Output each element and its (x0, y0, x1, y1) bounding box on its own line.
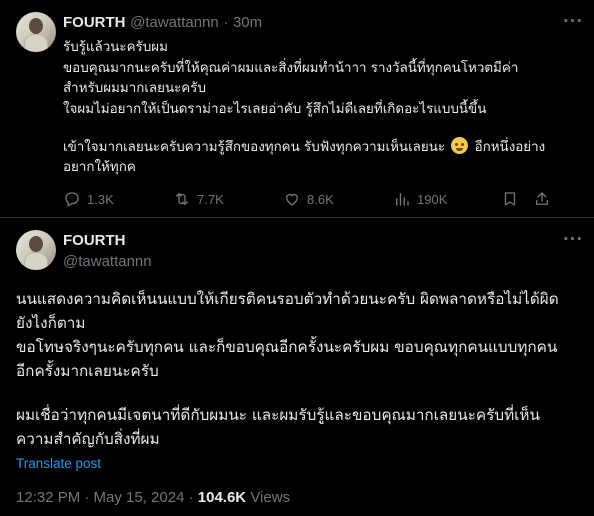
avatar[interactable] (16, 230, 56, 270)
repost-button[interactable]: 7.7K (173, 188, 224, 210)
post-timestamp[interactable]: 12:32 PM · May 15, 2024 · (16, 489, 194, 506)
avatar-body (24, 252, 48, 270)
avatar-head (29, 18, 43, 34)
post-text-line: ขอโทษจริงๆนะครับทุกคน และก็ขอบคุณอีกครั้… (16, 338, 558, 356)
author-name[interactable]: FOURTH (63, 232, 126, 249)
reply-count: 1.3K (87, 191, 114, 207)
post-text-segment: อีกหนึ่งอย่าง (474, 140, 546, 155)
analytics-icon (396, 193, 409, 206)
heart-icon (286, 193, 298, 206)
like-button[interactable]: 8.6K (283, 188, 334, 210)
share-button[interactable] (533, 188, 557, 210)
post-text-line: อีกครั้งมากเลยนะครับ (16, 362, 159, 380)
share-icon (536, 192, 548, 205)
post-text-line: รับรู้แล้วนะครับผม (63, 40, 168, 55)
post-text-line: ใจผมไม่อยากให้เป็นดราม่าอะไรเลยอ่าคับ รู… (63, 101, 487, 117)
more-options-icon[interactable]: ··· (562, 232, 584, 250)
post-text-line: ขอบคุณมากนะครับที่ให้คุณค่าผมและสิ่งที่ผ… (63, 60, 519, 76)
post-text-line: อยากให้ทุกค (63, 159, 136, 175)
author-handle[interactable]: @tawattannn (63, 253, 152, 270)
post-text-line: นนแสดงความคิดเห็นนแบบให้เกียรติคนรอบตัวท… (16, 290, 559, 308)
separator-dot: · (223, 14, 229, 31)
avatar-head (29, 236, 43, 252)
post-actions: 1.3K 7.7K 8.6K 190K (63, 188, 563, 210)
bookmark-icon (504, 192, 516, 206)
translate-post-link[interactable]: Translate post (16, 456, 101, 471)
repost-count: 7.7K (197, 191, 224, 207)
like-count: 8.6K (307, 191, 334, 207)
post-1[interactable]: FOURTH @tawattannn · 30m ··· รับรู้แล้วน… (0, 0, 594, 216)
author-handle[interactable]: @tawattannn (130, 14, 219, 31)
post-text-line-with-emoji: เข้าใจมากเลยนะครับความรู้สึกของทุกคน รับ… (63, 137, 583, 158)
post-2-text: นนแสดงความคิดเห็นนแบบให้เกียรติคนรอบตัวท… (16, 287, 584, 451)
views-button[interactable]: 190K (393, 188, 447, 210)
pleading-face-emoji-icon (451, 137, 469, 154)
repost-icon (176, 193, 188, 205)
post-text-line: ความสำคัญกับสิ่งที่ผม (16, 430, 160, 448)
post-divider (0, 217, 594, 218)
views-count: 190K (417, 191, 448, 207)
post-time[interactable]: 30m (233, 14, 262, 31)
views-count: 104.6K (197, 489, 247, 506)
author-name[interactable]: FOURTH (63, 14, 126, 31)
reply-icon (65, 192, 79, 207)
bookmark-button[interactable] (501, 188, 525, 210)
post-1-header: FOURTH @tawattannn · 30m (63, 14, 262, 31)
post-metadata: 12:32 PM · May 15, 2024 · 104.6K Views (16, 489, 290, 506)
post-1-text: รับรู้แล้วนะครับผม ขอบคุณมากนะครับที่ให้… (63, 38, 583, 178)
post-text-line: สำหรับผมมากเลยนะครับ (63, 81, 206, 96)
more-options-icon[interactable]: ··· (562, 14, 584, 32)
post-text-segment: เข้าใจมากเลยนะครับความรู้สึกของทุกคน รับ… (63, 140, 446, 155)
post-text-line: ผมเชื่อว่าทุกคนมีเจตนาที่ดีกับผมนะ และผม… (16, 406, 540, 424)
views-label: Views (250, 489, 291, 506)
avatar-body (24, 34, 48, 52)
reply-button[interactable]: 1.3K (63, 188, 114, 210)
post-text-line: ยังไงก็ตาม (16, 314, 86, 332)
avatar[interactable] (16, 12, 56, 52)
